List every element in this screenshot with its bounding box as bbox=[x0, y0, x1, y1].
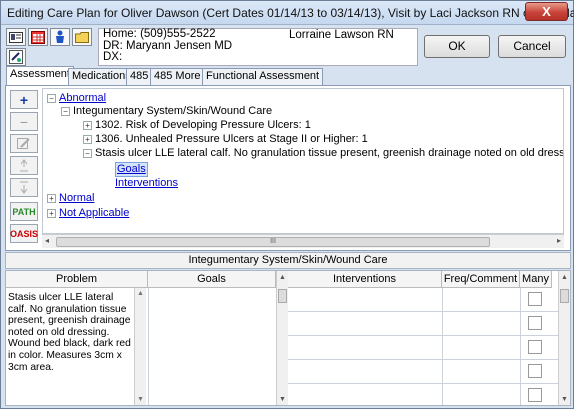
collapse-icon[interactable]: − bbox=[61, 106, 70, 116]
scroll-down-icon[interactable]: ▼ bbox=[137, 396, 144, 403]
tree-node-abnormal[interactable]: − Abnormal bbox=[47, 92, 106, 105]
ok-button[interactable]: OK bbox=[424, 35, 490, 58]
add-button[interactable]: + bbox=[10, 90, 38, 109]
column-header-interventions: Interventions bbox=[288, 271, 442, 288]
cancel-button[interactable]: Cancel bbox=[498, 35, 566, 58]
patient-info-box: Home: (509)555-2522 DR: Maryann Jensen M… bbox=[98, 28, 418, 66]
expand-icon[interactable]: + bbox=[83, 120, 92, 130]
edit-icon bbox=[17, 137, 30, 149]
care-plan-grid: Problem Goals Interventions Freq/Comment… bbox=[5, 270, 571, 406]
intervention-checkbox[interactable] bbox=[528, 316, 542, 330]
add-icon: + bbox=[19, 91, 29, 108]
path-button[interactable]: PATH bbox=[10, 202, 38, 221]
tree-node-not-applicable[interactable]: + Not Applicable bbox=[47, 207, 129, 220]
edit-button[interactable] bbox=[10, 134, 38, 153]
column-header-freq-comment: Freq/Comment bbox=[442, 271, 520, 288]
hand-up-icon bbox=[20, 159, 28, 172]
section-title: Integumentary System/Skin/Wound Care bbox=[5, 252, 571, 269]
expand-icon[interactable]: + bbox=[83, 134, 92, 144]
tab-medications[interactable]: Medications bbox=[68, 68, 135, 85]
problem-cell[interactable]: Stasis ulcer LLE lateral calf. No granul… bbox=[8, 292, 132, 373]
expand-icon[interactable]: + bbox=[47, 193, 56, 203]
scroll-up-icon[interactable]: ▲ bbox=[279, 274, 286, 281]
settings-icon[interactable] bbox=[6, 48, 26, 66]
folder-icon[interactable] bbox=[72, 28, 92, 46]
patient-card-icon[interactable] bbox=[6, 28, 26, 46]
tab-functional-assessment[interactable]: Functional Assessment bbox=[202, 68, 324, 85]
patient-doctor: DR: Maryann Jensen MD bbox=[103, 39, 233, 52]
tree-node-stasis-ulcer[interactable]: − Stasis ulcer LLE lateral calf. No granu… bbox=[83, 147, 563, 160]
tree-node-1302[interactable]: +1302. Risk of Developing Pressure Ulcer… bbox=[83, 119, 311, 132]
tree-node-integumentary[interactable]: − Integumentary System/Skin/Wound Care bbox=[61, 105, 272, 118]
oasis-button[interactable]: OASIS bbox=[10, 224, 38, 243]
scroll-down-icon[interactable]: ▼ bbox=[279, 396, 286, 403]
problem-scrollbar[interactable]: ▲ ▼ bbox=[134, 288, 146, 405]
assessment-tree: − Abnormal − Integumentary System/Skin/Wou… bbox=[42, 88, 564, 234]
hand-down-icon bbox=[20, 181, 28, 194]
calendar-icon[interactable] bbox=[28, 28, 48, 46]
move-down-button[interactable] bbox=[10, 178, 38, 197]
assessment-panel: + − PATH OASIS − Abnormal − Integumentary … bbox=[5, 85, 571, 251]
scroll-down-icon[interactable]: ▼ bbox=[561, 396, 568, 403]
column-divider bbox=[520, 288, 521, 405]
window-title: Editing Care Plan for Oliver Dawson (Cer… bbox=[7, 6, 574, 20]
patient-diagnosis: DX: bbox=[103, 51, 123, 63]
intervention-checkbox[interactable] bbox=[528, 364, 542, 378]
assigned-nurse: Lorraine Lawson RN bbox=[289, 29, 394, 41]
minus-icon: − bbox=[19, 113, 29, 130]
column-header-goals: Goals bbox=[148, 271, 276, 288]
expand-icon[interactable]: + bbox=[47, 208, 56, 218]
tree-node-goals[interactable]: Goals bbox=[115, 162, 148, 177]
scroll-up-icon[interactable]: ▲ bbox=[137, 290, 144, 297]
scroll-up-icon[interactable]: ▲ bbox=[561, 274, 568, 281]
scroll-thumb[interactable] bbox=[278, 289, 287, 303]
close-button[interactable]: X bbox=[525, 2, 568, 21]
column-header-many: Many bbox=[520, 271, 552, 288]
tab-485[interactable]: 485 bbox=[126, 68, 153, 85]
row-divider bbox=[288, 359, 558, 360]
column-header-problem: Problem bbox=[6, 271, 148, 288]
row-divider bbox=[288, 335, 558, 336]
tree-node-1306[interactable]: +1306. Unhealed Pressure Ulcers at Stage… bbox=[83, 133, 368, 146]
tab-assessment[interactable]: Assessment bbox=[6, 66, 74, 85]
remove-button[interactable]: − bbox=[10, 112, 38, 131]
scroll-left-icon[interactable]: ◂ bbox=[45, 236, 49, 245]
intervention-checkbox[interactable] bbox=[528, 340, 542, 354]
collapse-icon[interactable]: − bbox=[47, 93, 56, 103]
column-divider bbox=[148, 288, 149, 405]
interventions-scrollbar[interactable]: ▲ ▼ bbox=[558, 271, 570, 405]
row-divider bbox=[288, 383, 558, 384]
move-up-button[interactable] bbox=[10, 156, 38, 175]
column-divider bbox=[442, 288, 443, 405]
row-divider bbox=[288, 311, 558, 312]
intervention-checkbox[interactable] bbox=[528, 292, 542, 306]
scroll-right-icon[interactable]: ▸ bbox=[557, 236, 561, 245]
scroll-thumb[interactable] bbox=[560, 289, 569, 303]
scroll-thumb[interactable]: III bbox=[56, 237, 490, 247]
collapse-icon[interactable]: − bbox=[83, 148, 92, 158]
tab-485-more[interactable]: 485 More bbox=[150, 68, 205, 85]
tree-node-interventions[interactable]: Interventions bbox=[115, 177, 178, 190]
tree-node-normal[interactable]: + Normal bbox=[47, 192, 94, 205]
goals-scrollbar[interactable]: ▲ ▼ bbox=[276, 271, 288, 405]
oasis-label: OASIS bbox=[10, 228, 39, 239]
title-bar: Editing Care Plan for Oliver Dawson (Cer… bbox=[1, 1, 574, 25]
person-icon[interactable] bbox=[50, 28, 70, 46]
tree-horizontal-scrollbar[interactable]: ◂ III ▸ bbox=[42, 234, 564, 248]
patient-header: Home: (509)555-2522 DR: Maryann Jensen M… bbox=[6, 28, 570, 66]
care-plan-window: Editing Care Plan for Oliver Dawson (Cer… bbox=[0, 0, 574, 409]
path-label: PATH bbox=[12, 206, 36, 217]
intervention-checkbox[interactable] bbox=[528, 388, 542, 402]
